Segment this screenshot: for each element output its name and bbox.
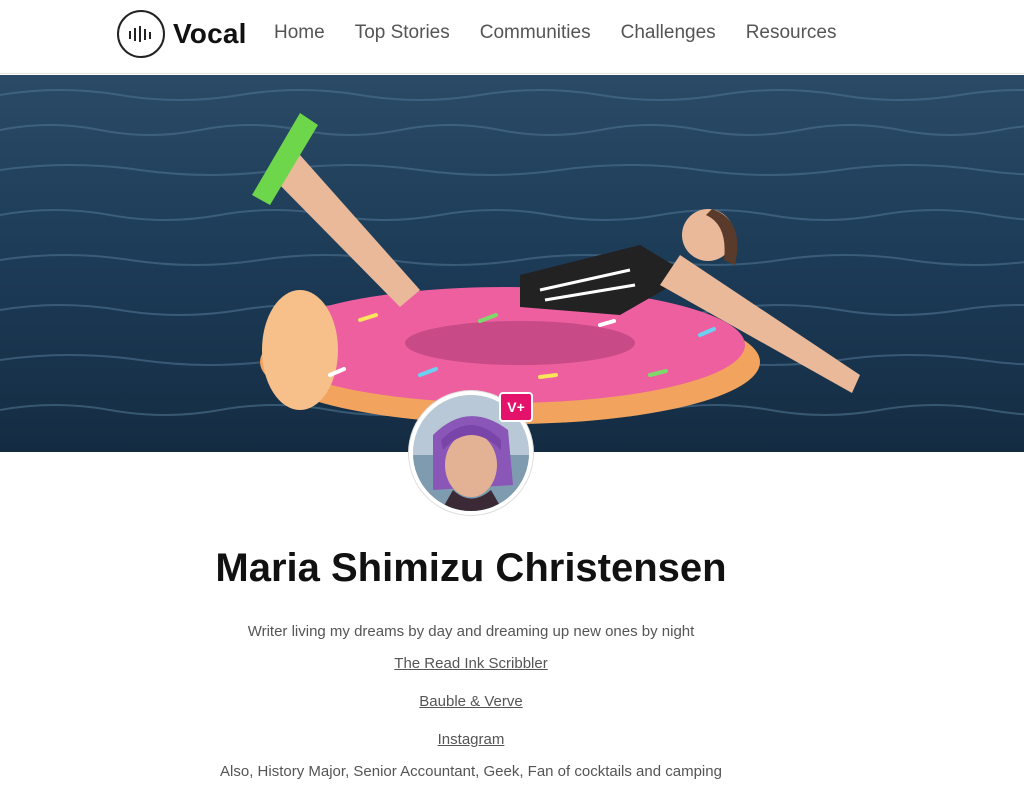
site-header: Vocal Home Top Stories Communities Chall…	[0, 0, 1024, 74]
link-read-ink-scribbler[interactable]: The Read Ink Scribbler	[394, 655, 547, 672]
link-bauble-verve[interactable]: Bauble & Verve	[419, 693, 522, 710]
profile-name: Maria Shimizu Christensen	[215, 546, 727, 590]
nav-top-stories[interactable]: Top Stories	[355, 20, 450, 46]
vocal-logo[interactable]: Vocal	[117, 10, 247, 58]
nav-communities[interactable]: Communities	[480, 20, 591, 46]
profile-also-text: Also, History Major, Senior Accountant, …	[220, 763, 722, 780]
profile-tagline: Writer living my dreams by day and dream…	[247, 623, 695, 640]
link-instagram[interactable]: Instagram	[438, 731, 505, 748]
profile-link-row: The Read Ink Scribbler	[0, 655, 942, 672]
brand-name: Vocal	[173, 18, 247, 49]
vocal-plus-badge: V+	[499, 392, 533, 422]
main-nav: Home Top Stories Communities Challenges …	[274, 20, 867, 46]
profile-link-row: Bauble & Verve	[0, 693, 942, 710]
nav-resources[interactable]: Resources	[746, 20, 837, 46]
sound-bars-icon	[117, 10, 165, 58]
profile-link-row: Instagram	[0, 731, 942, 748]
nav-home[interactable]: Home	[274, 20, 325, 46]
nav-challenges[interactable]: Challenges	[621, 20, 716, 46]
